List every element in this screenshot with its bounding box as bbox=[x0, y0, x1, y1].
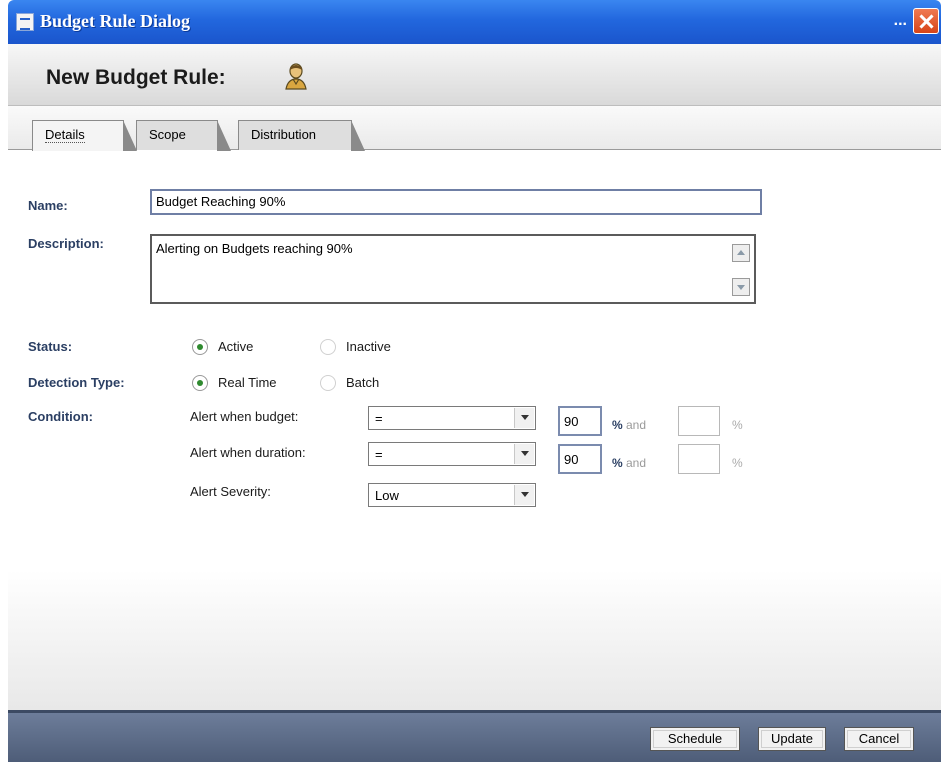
status-inactive-label: Inactive bbox=[346, 339, 391, 354]
chevron-down-icon bbox=[514, 408, 534, 428]
budget-operator-select[interactable]: = bbox=[368, 406, 536, 430]
duration-value1-input[interactable]: 90 bbox=[558, 444, 602, 474]
schedule-button[interactable]: Schedule bbox=[650, 727, 740, 751]
user-icon bbox=[285, 63, 307, 90]
description-label: Description: bbox=[28, 236, 104, 251]
alert-severity-label: Alert Severity: bbox=[190, 484, 271, 499]
dialog-header: New Budget Rule: bbox=[8, 44, 941, 106]
tab-scope[interactable]: Scope bbox=[136, 120, 231, 151]
alert-budget-label: Alert when budget: bbox=[190, 409, 299, 424]
duration-unit: % bbox=[612, 456, 623, 470]
tab-strip: Details Scope Distribution bbox=[8, 106, 941, 151]
budget-value2-input[interactable] bbox=[678, 406, 720, 436]
budget-unit2: % bbox=[732, 418, 743, 432]
budget-operator-value: = bbox=[375, 411, 383, 426]
detection-type-label: Detection Type: bbox=[28, 375, 125, 390]
description-textarea[interactable]: Alerting on Budgets reaching 90% bbox=[150, 234, 756, 304]
details-panel: Name: Budget Reaching 90% Description: A… bbox=[8, 150, 941, 710]
duration-operator-value: = bbox=[375, 447, 383, 462]
duration-value2-input[interactable] bbox=[678, 444, 720, 474]
name-label: Name: bbox=[28, 198, 68, 213]
dialog-footer: Schedule Update Cancel bbox=[8, 710, 941, 762]
budget-unit: % bbox=[612, 418, 623, 432]
duration-operator-select[interactable]: = bbox=[368, 442, 536, 466]
status-active-label: Active bbox=[218, 339, 254, 354]
alert-duration-label: Alert when duration: bbox=[190, 445, 306, 460]
detection-realtime-label: Real Time bbox=[218, 375, 277, 390]
budget-value1-input[interactable]: 90 bbox=[558, 406, 602, 436]
detection-batch-label: Batch bbox=[346, 375, 380, 390]
tab-details-label: Details bbox=[45, 127, 85, 143]
condition-label: Condition: bbox=[28, 409, 93, 424]
close-button[interactable] bbox=[913, 8, 939, 34]
detection-batch-radio[interactable] bbox=[320, 375, 336, 391]
status-active-radio[interactable] bbox=[192, 339, 208, 355]
tab-distribution-label: Distribution bbox=[251, 127, 317, 142]
status-inactive-radio[interactable] bbox=[320, 339, 336, 355]
tab-distribution[interactable]: Distribution bbox=[238, 120, 365, 151]
budget-and: and bbox=[626, 418, 647, 432]
scroll-down-button[interactable] bbox=[732, 278, 750, 296]
duration-unit2: % bbox=[732, 456, 743, 470]
update-button[interactable]: Update bbox=[758, 727, 826, 751]
window-title: Budget Rule Dialog bbox=[40, 11, 191, 31]
description-scrollbar[interactable] bbox=[732, 238, 752, 300]
severity-value: Low bbox=[375, 488, 399, 503]
chevron-down-icon bbox=[514, 485, 534, 505]
tab-details[interactable]: Details bbox=[32, 120, 137, 151]
name-input[interactable]: Budget Reaching 90% bbox=[150, 189, 762, 215]
content-gradient bbox=[8, 570, 941, 710]
title-extra-dots: ... bbox=[893, 12, 907, 29]
scroll-up-button[interactable] bbox=[732, 244, 750, 262]
description-text: Alerting on Budgets reaching 90% bbox=[156, 241, 353, 256]
status-label: Status: bbox=[28, 339, 73, 354]
duration-and: and bbox=[626, 456, 647, 470]
window-app-icon bbox=[16, 13, 34, 31]
budget-rule-dialog: Budget Rule Dialog ... New Budget Rule: … bbox=[8, 0, 941, 762]
tab-scope-label: Scope bbox=[149, 127, 186, 142]
chevron-down-icon bbox=[514, 444, 534, 464]
page-title: New Budget Rule: bbox=[46, 66, 226, 89]
cancel-button[interactable]: Cancel bbox=[844, 727, 914, 751]
title-bar[interactable]: Budget Rule Dialog ... bbox=[8, 0, 941, 44]
detection-realtime-radio[interactable] bbox=[192, 375, 208, 391]
severity-select[interactable]: Low bbox=[368, 483, 536, 507]
